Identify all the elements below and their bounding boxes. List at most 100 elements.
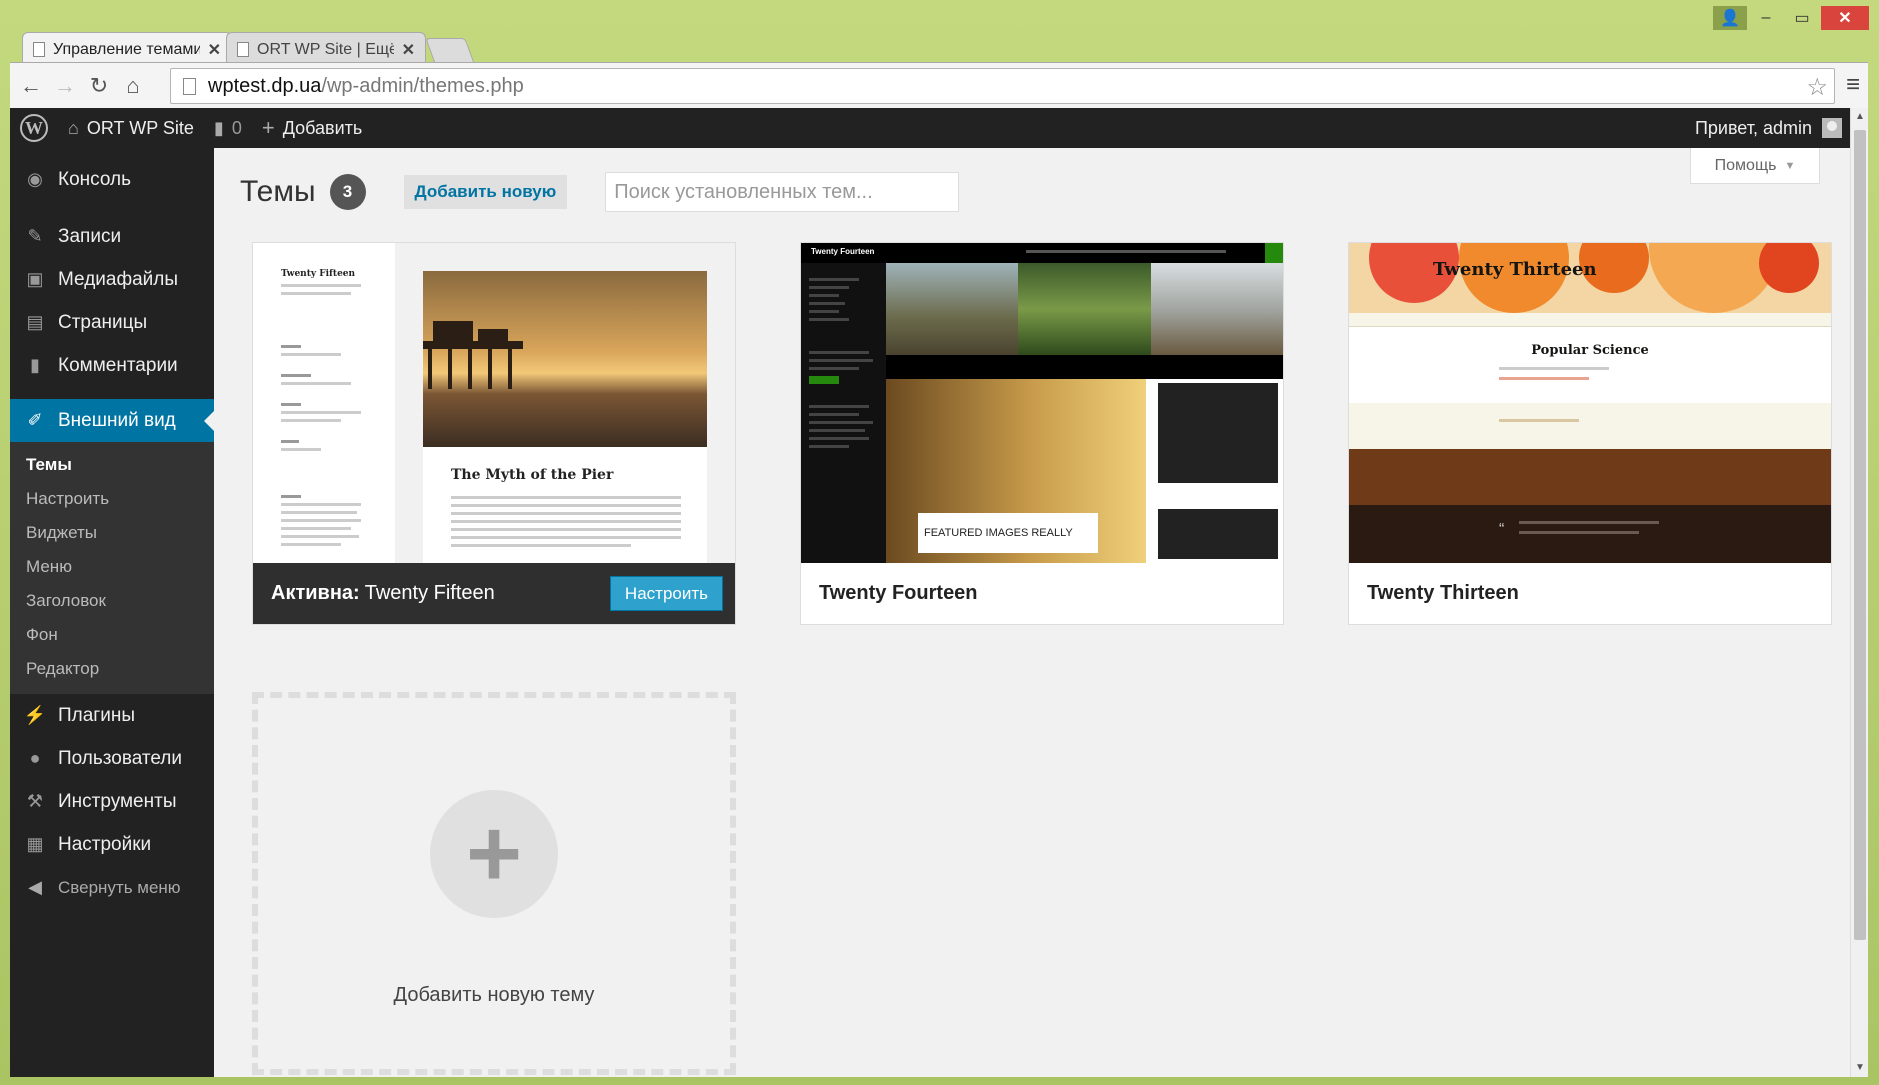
screenshot-site-title: Twenty Thirteen: [1433, 259, 1597, 280]
address-bar[interactable]: wptest.dp.ua/wp-admin/themes.php ☆: [170, 68, 1835, 104]
wordpress-logo-icon: W: [20, 114, 48, 142]
appearance-submenu: Темы Настроить Виджеты Меню Заголовок Фо…: [10, 442, 214, 694]
reload-icon[interactable]: ↻: [82, 69, 116, 103]
forward-arrow-icon[interactable]: →: [48, 69, 82, 103]
menu-item-plugins[interactable]: ⚡ Плагины: [10, 694, 214, 737]
theme-screenshot: Twenty Thirteen Popular Science “: [1349, 243, 1831, 563]
screenshot-t14: Twenty Fourteen FEATURED IMAGES REALLY: [801, 243, 1283, 563]
window-controls: 👤 – ▭ ✕: [1713, 6, 1869, 30]
settings-icon: ▦: [26, 834, 44, 854]
theme-name: Twenty Fifteen: [364, 582, 495, 604]
url-path: /wp-admin/themes.php: [321, 74, 524, 97]
screenshot-featured-grid: [886, 263, 1283, 355]
submenu-widgets[interactable]: Виджеты: [10, 516, 214, 550]
page-viewport: W ⌂ ORT WP Site ▮ 0 + Добавить Привет, admi…: [10, 108, 1868, 1077]
page-title: Темы: [240, 175, 316, 208]
tab-title: ORT WP Site | Ещё один с: [257, 40, 394, 58]
screenshot-post-card: The Myth of the Pier: [423, 271, 707, 563]
theme-screenshot: Twenty Fourteen FEATURED IMAGES REALLY: [801, 243, 1283, 563]
comment-icon: ▮: [30, 355, 40, 375]
home-icon[interactable]: ⌂: [116, 69, 150, 103]
scroll-down-arrow-icon[interactable]: ▼: [1851, 1059, 1868, 1077]
menu-item-posts[interactable]: ✎ Записи: [10, 215, 214, 258]
scroll-thumb[interactable]: [1854, 130, 1866, 940]
browser-tab-themes[interactable]: Управление темами ‹ OR ✕: [22, 32, 232, 66]
chevron-down-icon: ▼: [1784, 159, 1796, 172]
bookmark-star-icon[interactable]: ☆: [1806, 73, 1828, 102]
menu-item-comments[interactable]: ▮ Комментарии: [10, 344, 214, 387]
theme-name-bar: Активна: Twenty Fifteen Настроить: [253, 563, 735, 624]
maximize-icon[interactable]: ▭: [1785, 6, 1819, 30]
screenshot-t13: Twenty Thirteen Popular Science “: [1349, 243, 1831, 563]
menu-item-dashboard[interactable]: ◉ Консоль: [10, 158, 214, 201]
collapse-arrow-icon: ◀: [28, 877, 42, 897]
search-themes-input[interactable]: [605, 172, 960, 212]
add-new-theme-button[interactable]: Добавить новую: [403, 175, 568, 209]
theme-card-twenty-fourteen[interactable]: Twenty Fourteen FEATURED IMAGES REALLY T…: [800, 242, 1284, 625]
wp-logo-button[interactable]: W: [10, 108, 58, 148]
new-content-label: Добавить: [282, 117, 363, 138]
screenshot-featured-caption: FEATURED IMAGES REALLY: [918, 513, 1098, 553]
submenu-header[interactable]: Заголовок: [10, 584, 214, 618]
back-arrow-icon[interactable]: ←: [14, 69, 48, 103]
menu-label: Консоль: [58, 168, 131, 190]
help-tab-button[interactable]: Помощь ▼: [1690, 148, 1820, 184]
submenu-menus[interactable]: Меню: [10, 550, 214, 584]
screenshot-band: [1349, 449, 1831, 505]
theme-card-twenty-thirteen[interactable]: Twenty Thirteen Popular Science “ Twenty…: [1348, 242, 1832, 625]
close-tab-icon[interactable]: ✕: [208, 40, 221, 60]
close-window-icon[interactable]: ✕: [1821, 6, 1869, 30]
browser-tab-site[interactable]: ORT WP Site | Ещё один с ✕: [226, 32, 426, 66]
screenshot-sidebar: Twenty Fifteen: [253, 243, 395, 563]
menu-item-appearance[interactable]: ✐ Внешний вид: [10, 399, 214, 442]
submenu-themes[interactable]: Темы: [10, 448, 214, 482]
brush-icon: ✐: [27, 410, 43, 430]
menu-label: Страницы: [58, 311, 148, 333]
greeting: Привет, admin: [1694, 117, 1812, 138]
menu-item-users[interactable]: ● Пользователи: [10, 737, 214, 780]
theme-screenshot: Twenty Fifteen The Myth of the Pier: [253, 243, 735, 563]
admin-menu: ◉ Консоль ✎ Записи ▣ Медиафайлы ▤ Страницы ▮…: [10, 148, 214, 1077]
screenshot-post-title: Popular Science: [1531, 343, 1649, 358]
menu-item-pages[interactable]: ▤ Страницы: [10, 301, 214, 344]
comments-count: 0: [231, 117, 242, 138]
comments-link[interactable]: ▮ 0: [204, 108, 252, 148]
url-host: wptest.dp.ua: [208, 74, 322, 97]
page-scrollbar[interactable]: ▲ ▼: [1850, 108, 1868, 1077]
menu-item-media[interactable]: ▣ Медиафайлы: [10, 258, 214, 301]
submenu-editor[interactable]: Редактор: [10, 652, 214, 686]
collapse-menu-button[interactable]: ◀ Свернуть меню: [10, 866, 214, 909]
active-label: Активна:: [271, 582, 360, 604]
menu-label: Инструменты: [58, 790, 177, 812]
tab-title: Управление темами ‹ OR: [53, 40, 200, 58]
customize-button[interactable]: Настроить: [609, 576, 723, 611]
tab-strip: Управление темами ‹ OR ✕ ORT WP Site | Е…: [14, 24, 1514, 66]
menu-item-settings[interactable]: ▦ Настройки: [10, 823, 214, 866]
menu-label: Свернуть меню: [58, 877, 181, 897]
add-new-theme-label: Добавить новую тему: [393, 984, 595, 1006]
close-tab-icon[interactable]: ✕: [402, 40, 415, 60]
site-name-link[interactable]: ⌂ ORT WP Site: [58, 108, 204, 148]
new-tab-button[interactable]: [425, 38, 475, 64]
users-icon: ●: [29, 748, 41, 768]
add-new-theme-card[interactable]: + Добавить новую тему: [252, 692, 736, 1075]
admin-bar: W ⌂ ORT WP Site ▮ 0 + Добавить Привет, admi…: [10, 108, 1850, 148]
screenshot-main: The Myth of the Pier: [395, 243, 735, 563]
theme-name: Twenty Thirteen: [1367, 582, 1519, 604]
menu-label: Настройки: [58, 833, 152, 855]
theme-name-bar: Twenty Thirteen: [1349, 563, 1831, 624]
submenu-customize[interactable]: Настроить: [10, 482, 214, 516]
theme-card-twenty-fifteen[interactable]: Twenty Fifteen The Myth of the Pier Акти…: [252, 242, 736, 625]
screenshot-nav: [801, 263, 886, 563]
account-menu[interactable]: Привет, admin: [1695, 108, 1842, 148]
profile-icon[interactable]: 👤: [1713, 6, 1747, 30]
comment-icon: ▮: [213, 117, 224, 138]
menu-label: Медиафайлы: [58, 268, 179, 290]
scroll-up-arrow-icon[interactable]: ▲: [1851, 108, 1868, 126]
menu-item-tools[interactable]: ⚒ Инструменты: [10, 780, 214, 823]
browser-menu-icon[interactable]: ≡: [1846, 71, 1860, 99]
minimize-icon[interactable]: –: [1749, 6, 1783, 30]
submenu-background[interactable]: Фон: [10, 618, 214, 652]
dashboard-icon: ◉: [27, 169, 43, 189]
new-content-link[interactable]: + Добавить: [252, 108, 372, 148]
